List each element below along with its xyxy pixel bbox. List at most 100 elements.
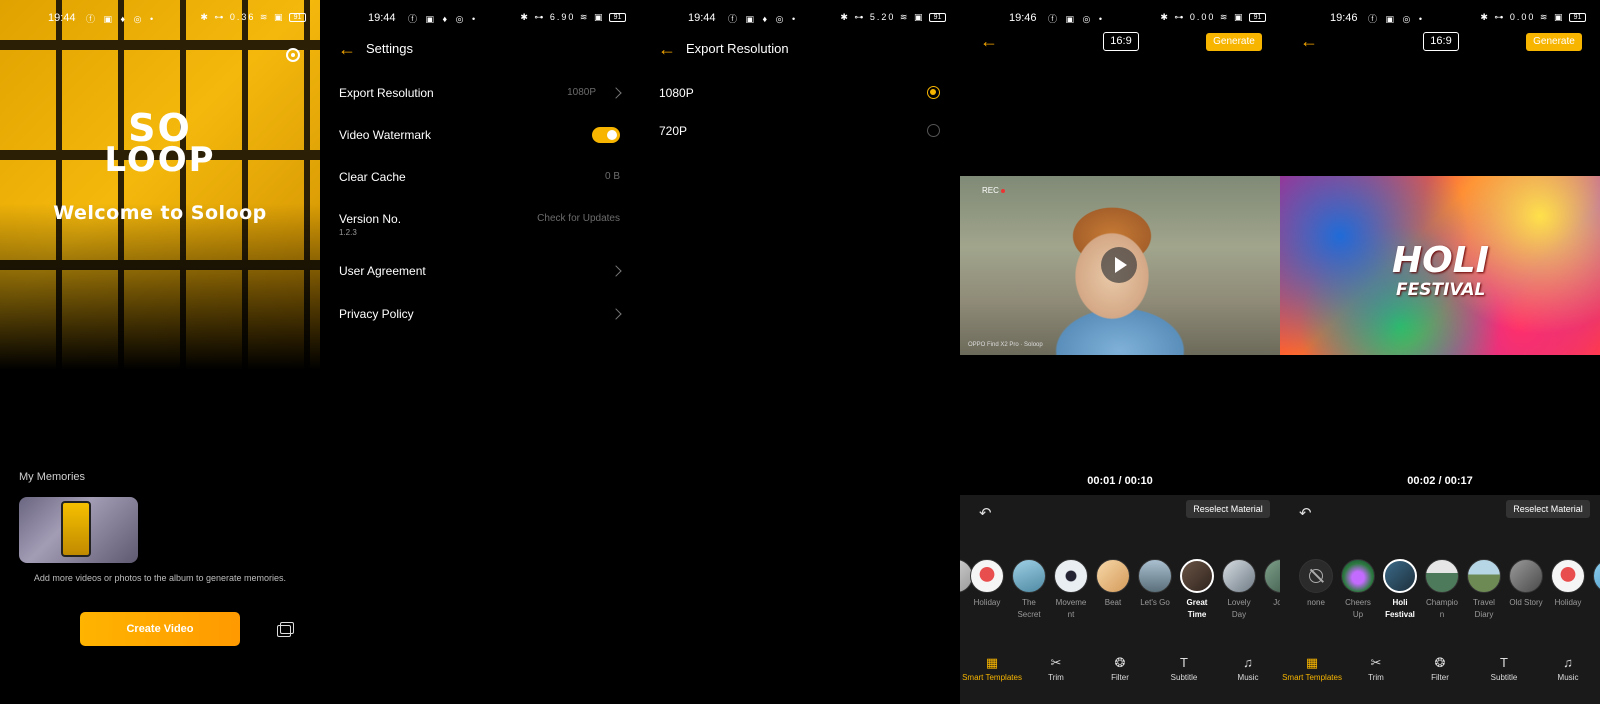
tab-subtitle[interactable]: T Subtitle (1472, 655, 1536, 682)
tab-music[interactable]: ♫ Music (1216, 655, 1280, 682)
back-arrow-icon[interactable]: ← (980, 32, 998, 50)
play-icon[interactable] (1101, 247, 1137, 283)
status-right-icons: ✱ ⊶ 6.90 ≋ ▣ 91 (520, 12, 626, 23)
template-great-time[interactable]: Great Time (1178, 559, 1216, 621)
template-movement[interactable]: Moveme nt (1052, 559, 1090, 621)
back-arrow-icon[interactable]: ← (1300, 32, 1318, 50)
template-holiday[interactable]: Holiday (968, 559, 1006, 609)
tab-filter[interactable]: ❂ Filter (1088, 655, 1152, 682)
template-none[interactable]: none (1297, 559, 1335, 609)
page-title: Settings (366, 41, 413, 56)
template-lovely-day[interactable]: Lovely Day (1220, 559, 1258, 621)
radio-unselected[interactable] (927, 124, 940, 137)
setting-user-agreement[interactable]: User Agreement (339, 258, 622, 288)
template-thumb (1341, 559, 1375, 593)
timecode: 00:02 / 00:17 (1407, 475, 1473, 487)
generate-button[interactable]: Generate (1206, 33, 1262, 51)
battery-icon: 91 (289, 13, 306, 23)
tab-trim[interactable]: ✂ Trim (1344, 655, 1408, 682)
template-thumb (970, 559, 1004, 593)
check-updates[interactable]: Check for Updates (537, 213, 620, 224)
setting-label: Privacy Policy (339, 307, 414, 321)
template-label: none (1307, 598, 1325, 607)
reselect-material-button[interactable]: Reselect Material (1506, 500, 1590, 518)
status-bar: 19:44 ⓕ ▣ ♦ ◎ • ✱ ⊶ 6.90 ≋ ▣ 91 (320, 12, 640, 26)
template-thumb (1180, 559, 1214, 593)
template-old-story[interactable]: Old Story (1507, 559, 1545, 609)
option-1080p[interactable]: 1080P (659, 80, 940, 110)
template-thumb (1222, 559, 1256, 593)
version-number: 1.2.3 (339, 228, 357, 237)
battery-icon: 91 (929, 13, 946, 23)
watermark-toggle[interactable] (592, 127, 620, 143)
setting-privacy-policy[interactable]: Privacy Policy (339, 301, 622, 331)
template-holi-festival[interactable]: Holi Festival (1381, 559, 1419, 621)
none-icon (1299, 559, 1333, 593)
tab-filter[interactable]: ❂ Filter (1408, 655, 1472, 682)
template-item[interactable]: S (1591, 559, 1600, 609)
radio-selected[interactable] (927, 86, 940, 99)
video-preview[interactable]: REC OPPO Find X2 Pro · Soloop (960, 176, 1280, 355)
reselect-material-button[interactable]: Reselect Material (1186, 500, 1270, 518)
app-logo: SO LOOP (0, 109, 320, 180)
gallery-icon[interactable] (277, 622, 294, 637)
tool-sheet: ↶ Reselect Material none Cheers Up Holi … (1280, 495, 1600, 704)
logo-line-2: LOOP (104, 140, 216, 180)
gear-icon[interactable] (286, 48, 300, 62)
festival-title: FESTIVAL (1396, 280, 1486, 300)
tab-label: Filter (1111, 673, 1129, 682)
tab-trim[interactable]: ✂ Trim (1024, 655, 1088, 682)
tab-smart-templates[interactable]: ▦ Smart Templates (1280, 655, 1344, 682)
template-beat[interactable]: Beat (1094, 559, 1132, 609)
video-preview[interactable]: HOLI FESTIVAL (1280, 176, 1600, 355)
template-lets-go[interactable]: Let's Go (1136, 559, 1174, 609)
back-arrow-icon[interactable]: ← (338, 40, 356, 58)
setting-export-resolution[interactable]: Export Resolution 1080P (339, 80, 622, 110)
filter-icon: ❂ (1434, 655, 1446, 670)
template-the-secret[interactable]: The Secret (1010, 559, 1048, 621)
back-arrow-icon[interactable]: ← (658, 40, 676, 58)
status-right-icons: ✱ ⊶ 0.36 ≋ ▣ 91 (200, 12, 306, 23)
template-cheers-up[interactable]: Cheers Up (1339, 559, 1377, 621)
status-right-icons: ✱ ⊶ 0.00 ≋ ▣ 91 (1480, 12, 1586, 23)
template-label: The Secret (1017, 598, 1041, 619)
template-thumb (1425, 559, 1459, 593)
home-screen: 19:44 ⓕ ▣ ♦ ◎ • ✱ ⊶ 0.36 ≋ ▣ 91 SO LOOP … (0, 0, 320, 704)
undo-icon[interactable]: ↶ (979, 504, 992, 522)
template-label: S (1591, 597, 1600, 609)
aspect-ratio-button[interactable]: 16:9 (1423, 32, 1459, 51)
template-travel-diary[interactable]: Travel Diary (1465, 559, 1503, 621)
generate-button[interactable]: Generate (1526, 33, 1582, 51)
grid-icon: ▦ (1305, 655, 1319, 670)
option-720p[interactable]: 720P (659, 118, 940, 148)
setting-label: Version No. (339, 212, 402, 226)
settings-screen: 19:44 ⓕ ▣ ♦ ◎ • ✱ ⊶ 6.90 ≋ ▣ 91 ← Settin… (320, 0, 640, 704)
aspect-ratio-button[interactable]: 16:9 (1103, 32, 1139, 51)
tab-music[interactable]: ♫ Music (1536, 655, 1600, 682)
template-label: Travel Diary (1473, 598, 1495, 619)
tab-label: Trim (1048, 673, 1064, 682)
settings-header: ← Settings (320, 38, 640, 62)
status-time: 19:46 (1009, 12, 1037, 24)
template-label: Holiday (973, 598, 1001, 607)
grid-icon: ▦ (985, 655, 999, 670)
tab-smart-templates[interactable]: ▦ Smart Templates (960, 655, 1024, 682)
setting-version[interactable]: Version No. 1.2.3 Check for Updates (339, 206, 620, 242)
create-video-button[interactable]: Create Video (80, 612, 240, 646)
filter-icon: ❂ (1114, 655, 1126, 670)
music-icon: ♫ (1563, 655, 1573, 670)
tab-subtitle[interactable]: T Subtitle (1152, 655, 1216, 682)
undo-icon[interactable]: ↶ (1299, 504, 1312, 522)
memories-title: My Memories (19, 471, 86, 483)
status-time: 19:44 (688, 12, 716, 24)
template-jour[interactable]: Jour (1262, 559, 1280, 609)
tab-label: Smart Templates (962, 673, 1022, 682)
setting-clear-cache[interactable]: Clear Cache 0 B (339, 164, 620, 194)
template-champion[interactable]: Champio n (1423, 559, 1461, 621)
template-holiday[interactable]: Holiday (1549, 559, 1587, 609)
template-thumb (1264, 559, 1280, 593)
memory-thumbnail[interactable] (19, 497, 138, 563)
memories-hint: Add more videos or photos to the album t… (33, 573, 287, 583)
setting-video-watermark: Video Watermark (339, 122, 620, 152)
tab-label: Subtitle (1170, 673, 1198, 682)
